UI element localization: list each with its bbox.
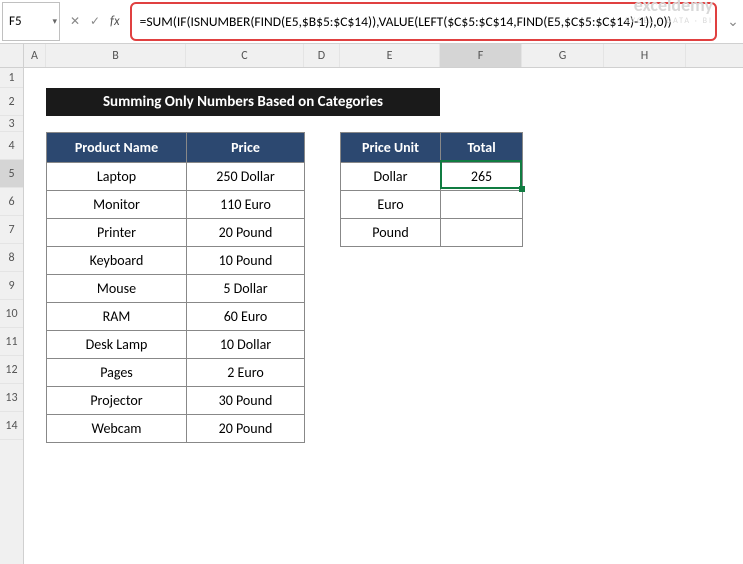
cell[interactable]: 265: [441, 163, 523, 191]
title-banner: Summing Only Numbers Based on Categories: [46, 88, 440, 116]
spreadsheet-grid: 1 2 3 4 5 6 7 8 9 10 11 12 13 14 A B C D…: [0, 44, 743, 564]
col-header-F[interactable]: F: [440, 44, 522, 67]
formula-text: =SUM(IF(ISNUMBER(FIND(E5,$B$5:$C$14)),VA…: [140, 13, 672, 31]
table-row: Dollar265: [341, 163, 523, 191]
formula-controls: ✕ ✓ fx: [62, 0, 128, 43]
table-row: Euro: [341, 191, 523, 219]
row-header-12[interactable]: 12: [0, 356, 23, 384]
table-header-row: Product Name Price: [47, 133, 305, 163]
table-row: Keyboard10 Pound: [47, 247, 305, 275]
confirm-icon[interactable]: ✓: [86, 13, 104, 31]
row-header-10[interactable]: 10: [0, 300, 23, 328]
cell[interactable]: Pound: [341, 219, 441, 247]
col-header-H[interactable]: H: [604, 44, 686, 67]
row-header-14[interactable]: 14: [0, 412, 23, 440]
col-header-C[interactable]: C: [186, 44, 304, 67]
fill-handle[interactable]: [519, 186, 525, 192]
table-row: Desk Lamp10 Dollar: [47, 331, 305, 359]
watermark-subtitle: EXCEL · DATA · BI: [625, 16, 713, 26]
cell[interactable]: 20 Pound: [187, 415, 305, 443]
cell[interactable]: Laptop: [47, 163, 187, 191]
cell[interactable]: Printer: [47, 219, 187, 247]
table-row: Monitor110 Euro: [47, 191, 305, 219]
table-row: Mouse5 Dollar: [47, 275, 305, 303]
table-row: RAM60 Euro: [47, 303, 305, 331]
col-header-E[interactable]: E: [340, 44, 440, 67]
cell[interactable]: 30 Pound: [187, 387, 305, 415]
column-headers: A B C D E F G H: [24, 44, 743, 68]
chevron-down-icon[interactable]: ▾: [52, 16, 57, 27]
table-row: Projector30 Pound: [47, 387, 305, 415]
row-header-13[interactable]: 13: [0, 384, 23, 412]
row-header-11[interactable]: 11: [0, 328, 23, 356]
watermark: exceldemy EXCEL · DATA · BI: [625, 0, 713, 26]
table-row: Webcam20 Pound: [47, 415, 305, 443]
table-header-row: Price Unit Total: [341, 133, 523, 163]
table-row: Pages2 Euro: [47, 359, 305, 387]
cell[interactable]: 20 Pound: [187, 219, 305, 247]
cell[interactable]: 5 Dollar: [187, 275, 305, 303]
row-header-5[interactable]: 5: [0, 160, 23, 188]
table-row: Pound: [341, 219, 523, 247]
cell[interactable]: RAM: [47, 303, 187, 331]
cell[interactable]: [441, 219, 523, 247]
cell[interactable]: 2 Euro: [187, 359, 305, 387]
col-header-B[interactable]: B: [46, 44, 186, 67]
main-data-table: Product Name Price Laptop250 Dollar Moni…: [46, 132, 305, 443]
cell[interactable]: Euro: [341, 191, 441, 219]
cell[interactable]: [441, 191, 523, 219]
product-name-header[interactable]: Product Name: [47, 133, 187, 163]
cell[interactable]: Webcam: [47, 415, 187, 443]
watermark-title: exceldemy: [625, 0, 713, 16]
cell[interactable]: 60 Euro: [187, 303, 305, 331]
row-header-2[interactable]: 2: [0, 88, 23, 116]
cell[interactable]: Projector: [47, 387, 187, 415]
row-header-8[interactable]: 8: [0, 244, 23, 272]
select-all-corner[interactable]: [0, 44, 23, 68]
name-box[interactable]: F5 ▾: [2, 2, 60, 41]
price-header[interactable]: Price: [187, 133, 305, 163]
price-unit-header[interactable]: Price Unit: [341, 133, 441, 163]
row-header-6[interactable]: 6: [0, 188, 23, 216]
row-header-9[interactable]: 9: [0, 272, 23, 300]
cell[interactable]: 10 Dollar: [187, 331, 305, 359]
cancel-icon[interactable]: ✕: [66, 13, 84, 31]
cell[interactable]: 110 Euro: [187, 191, 305, 219]
cell[interactable]: Desk Lamp: [47, 331, 187, 359]
cell[interactable]: Monitor: [47, 191, 187, 219]
row-header-3[interactable]: 3: [0, 116, 23, 132]
expand-formula-icon[interactable]: ⌄: [723, 0, 743, 43]
col-header-D[interactable]: D: [304, 44, 340, 67]
col-header-A[interactable]: A: [24, 44, 46, 67]
cell[interactable]: 10 Pound: [187, 247, 305, 275]
row-header-7[interactable]: 7: [0, 216, 23, 244]
col-header-G[interactable]: G: [522, 44, 604, 67]
table-row: Laptop250 Dollar: [47, 163, 305, 191]
cell[interactable]: 250 Dollar: [187, 163, 305, 191]
cell[interactable]: Dollar: [341, 163, 441, 191]
total-header[interactable]: Total: [441, 133, 523, 163]
cell[interactable]: Keyboard: [47, 247, 187, 275]
cell[interactable]: Mouse: [47, 275, 187, 303]
row-headers: 1 2 3 4 5 6 7 8 9 10 11 12 13 14: [0, 44, 24, 564]
row-header-1[interactable]: 1: [0, 68, 23, 88]
row-header-4[interactable]: 4: [0, 132, 23, 160]
fx-icon[interactable]: fx: [110, 14, 120, 29]
summary-table: Price Unit Total Dollar265 Euro Pound: [340, 132, 523, 247]
name-box-value: F5: [9, 14, 22, 29]
cell[interactable]: Pages: [47, 359, 187, 387]
table-row: Printer20 Pound: [47, 219, 305, 247]
